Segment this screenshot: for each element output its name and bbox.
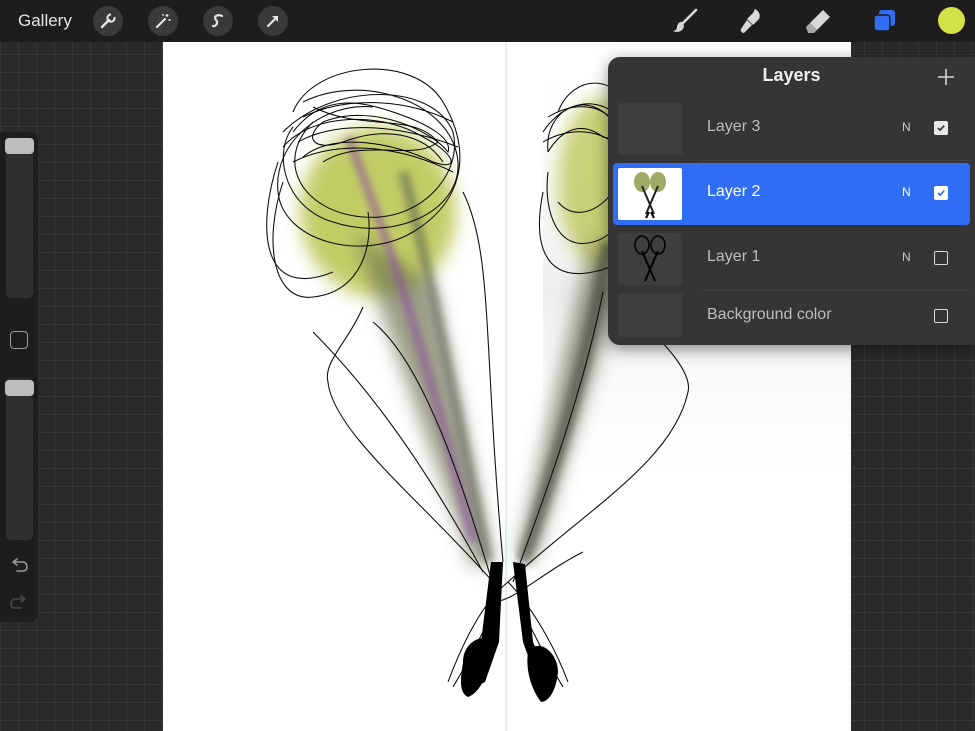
smudge-button[interactable] — [734, 4, 768, 38]
wrench-icon — [100, 13, 116, 29]
brush-icon — [673, 8, 698, 32]
checkmark-icon — [937, 125, 945, 132]
divider — [701, 160, 970, 161]
layer-name: Layer 3 — [707, 118, 761, 135]
left-sidebar — [0, 132, 38, 622]
layer-visibility-checkbox[interactable] — [934, 309, 948, 323]
layers-panel: Layers Layer 3 N Layer 2 N Layer 1 N Bac… — [608, 57, 975, 345]
layers-panel-title: Layers — [762, 65, 821, 85]
brush-size-slider-thumb[interactable] — [5, 138, 34, 154]
eraser-button[interactable] — [801, 4, 835, 38]
undo-icon[interactable] — [9, 557, 29, 575]
brush-size-slider[interactable] — [6, 138, 33, 298]
plus-icon — [938, 69, 954, 85]
layer-thumbnail — [618, 233, 682, 285]
transform-button[interactable] — [258, 6, 288, 36]
magic-wand-icon — [155, 14, 171, 29]
layer-name: Layer 1 — [707, 248, 761, 265]
redo-icon[interactable] — [9, 594, 29, 612]
selection-button[interactable] — [203, 6, 233, 36]
layer-row-layer-2[interactable]: Layer 2 N — [613, 163, 970, 225]
checkmark-icon — [937, 190, 945, 197]
layer-name: Layer 2 — [707, 183, 761, 200]
layer-visibility-checkbox[interactable] — [934, 251, 948, 265]
brush-opacity-slider[interactable] — [6, 378, 33, 540]
top-toolbar: Gallery — [0, 0, 975, 42]
color-swatch-button[interactable] — [938, 7, 965, 34]
layer-row-layer-3[interactable]: Layer 3 N — [613, 98, 970, 161]
layer-visibility-checkbox[interactable] — [934, 186, 948, 200]
actions-button[interactable] — [93, 6, 123, 36]
blend-mode-button[interactable]: N — [902, 185, 911, 199]
transform-arrow-icon — [266, 15, 279, 28]
layers-button[interactable] — [867, 4, 901, 38]
add-layer-button[interactable] — [934, 65, 958, 89]
layer-thumbnail — [618, 293, 682, 337]
adjustments-button[interactable] — [148, 6, 178, 36]
eraser-icon — [806, 10, 830, 33]
layer-thumbnail — [618, 103, 682, 155]
brush-opacity-slider-thumb[interactable] — [5, 380, 34, 396]
gallery-button[interactable]: Gallery — [18, 11, 72, 31]
layer-row-background-color[interactable]: Background color — [613, 288, 970, 344]
brush-button[interactable] — [668, 4, 702, 38]
blend-mode-button[interactable]: N — [902, 250, 911, 264]
layers-icon — [873, 10, 895, 32]
layer-name: Background color — [707, 306, 832, 323]
smudge-icon — [740, 9, 760, 33]
blend-mode-button[interactable]: N — [902, 120, 911, 134]
modify-square-icon[interactable] — [10, 331, 28, 349]
layer-thumbnail — [618, 168, 682, 220]
layer-visibility-checkbox[interactable] — [934, 121, 948, 135]
selection-s-icon — [211, 14, 224, 28]
layer-row-layer-1[interactable]: Layer 1 N — [613, 228, 970, 291]
